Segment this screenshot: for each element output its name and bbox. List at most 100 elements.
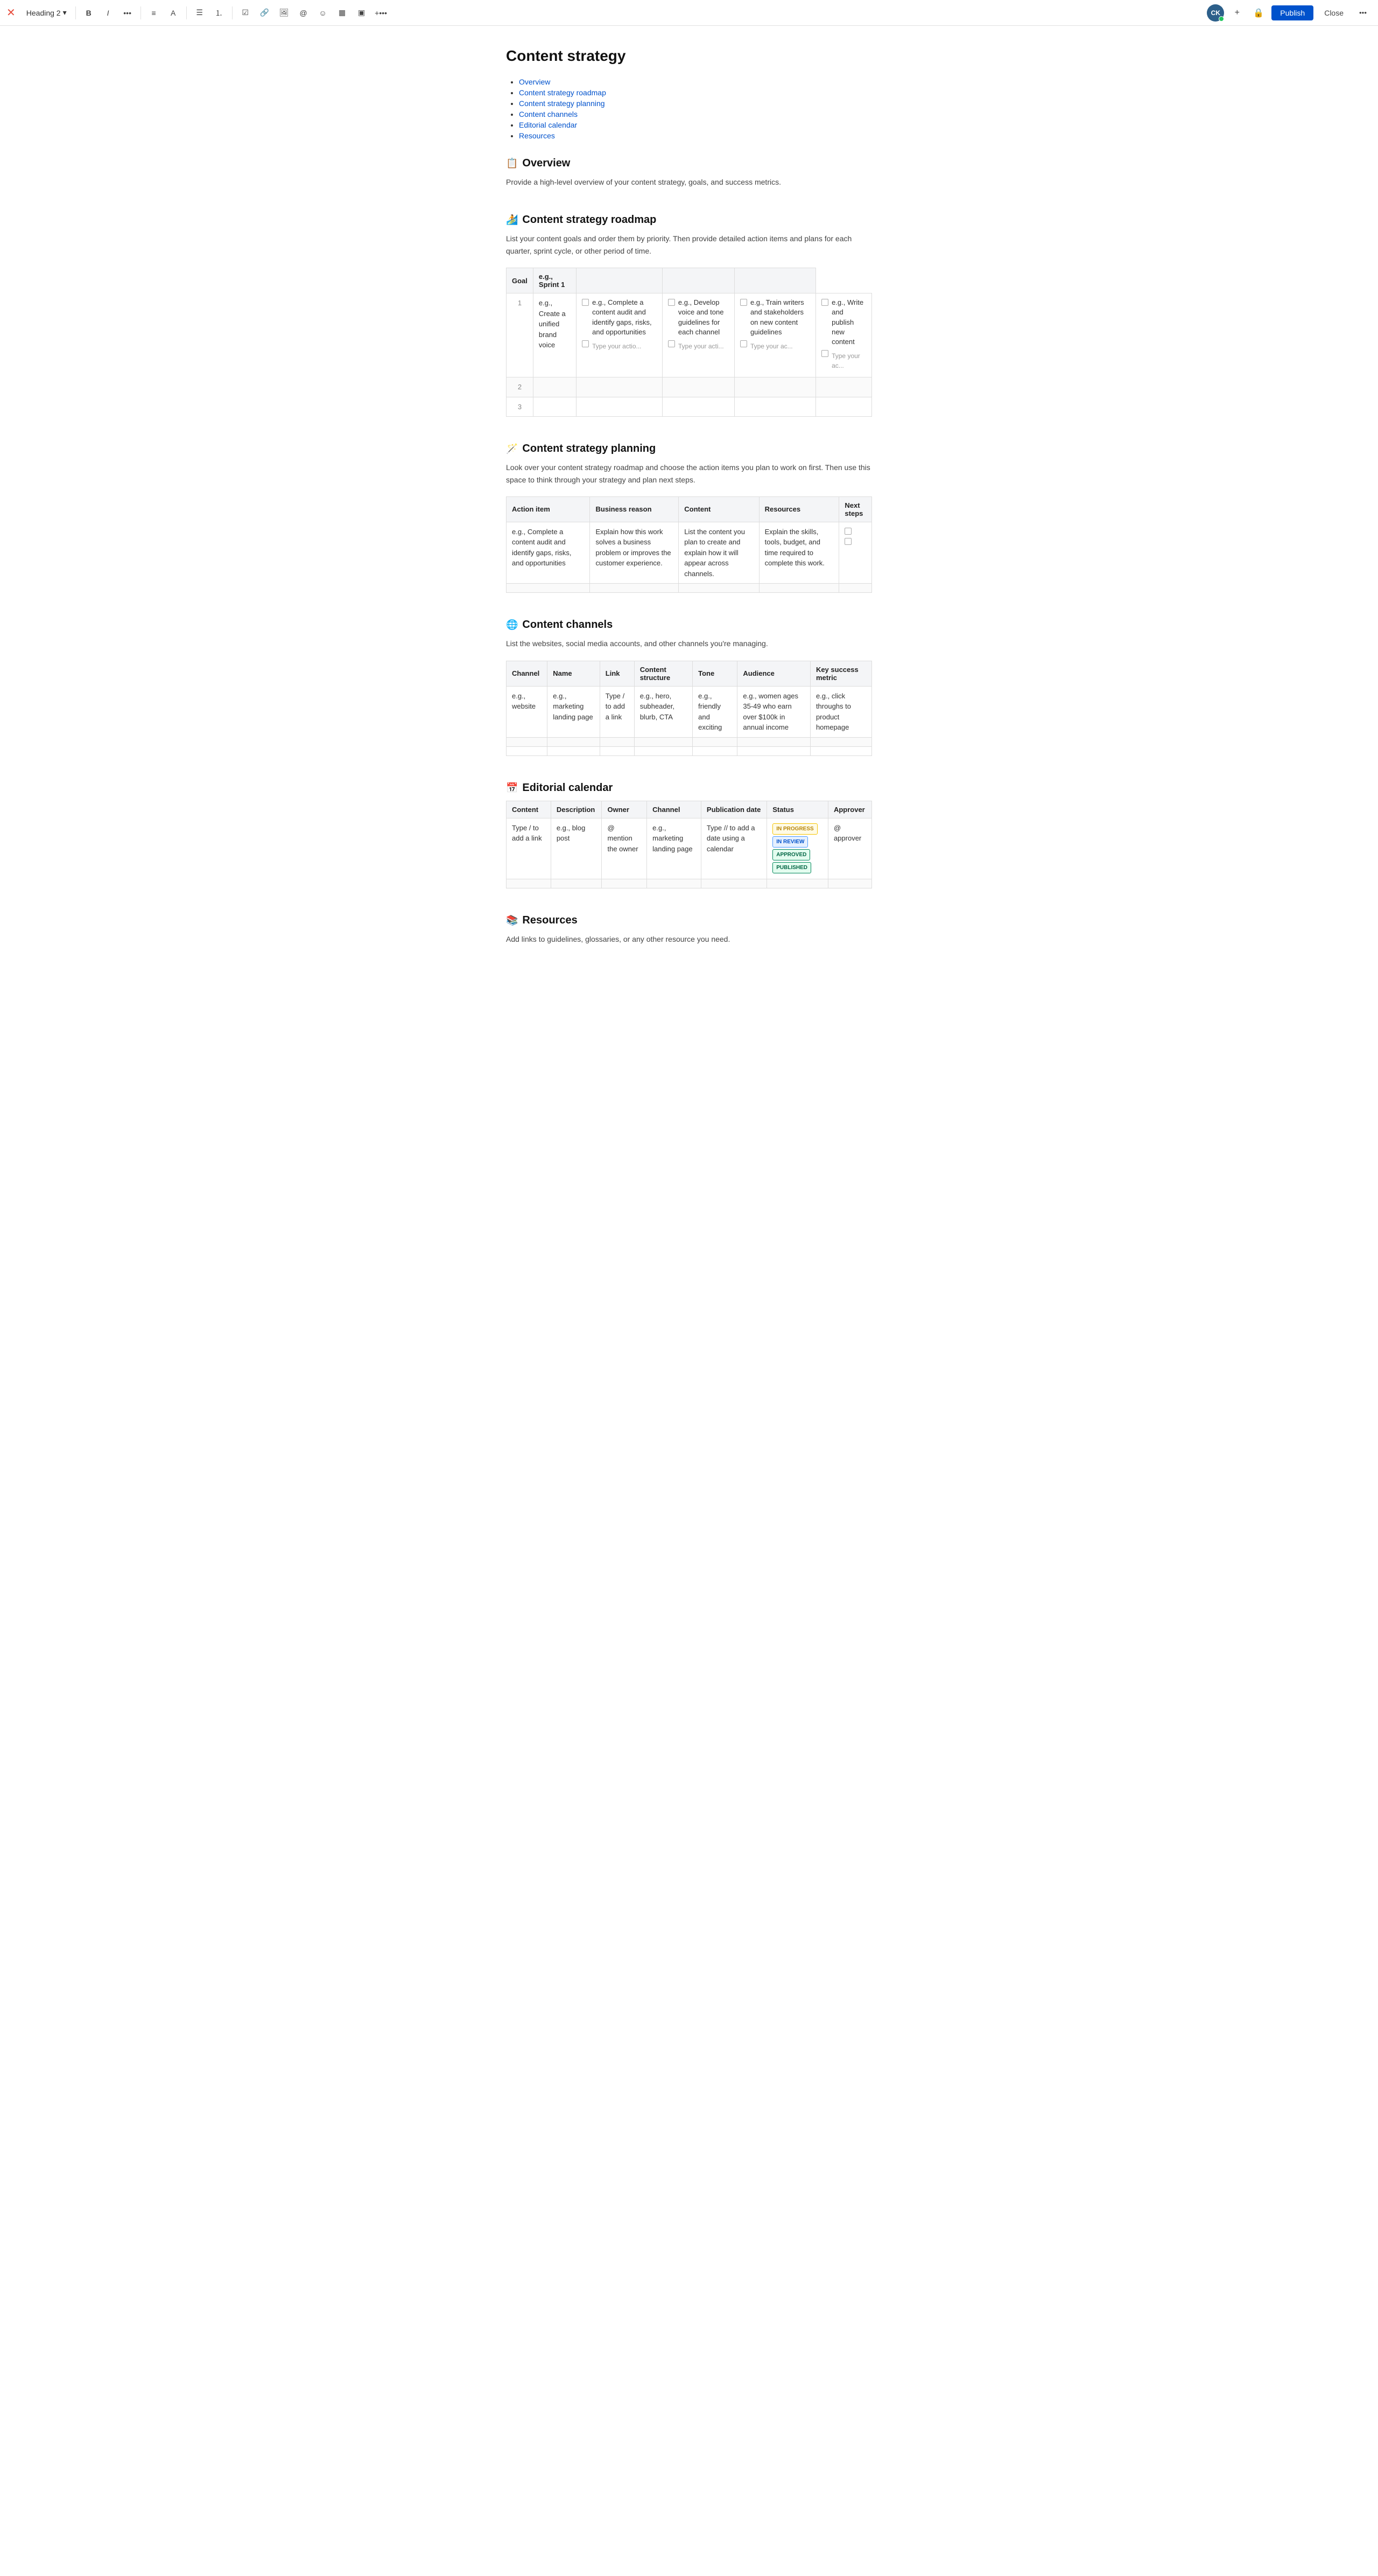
toc-link-channels[interactable]: Content channels xyxy=(519,110,578,118)
checkbox[interactable] xyxy=(740,299,747,306)
checkbox[interactable] xyxy=(845,538,852,545)
col-ch-audience: Audience xyxy=(737,661,811,686)
table-row: e.g., website e.g., marketing landing pa… xyxy=(507,686,872,737)
section-overview: 📋 Overview Provide a high-level overview… xyxy=(506,157,872,188)
cell-planning-business2 xyxy=(590,584,679,593)
toc-link-resources[interactable]: Resources xyxy=(519,131,555,140)
checkbox[interactable] xyxy=(668,340,675,347)
divider-1 xyxy=(75,6,76,19)
status-badge-published: PUBLISHED xyxy=(772,862,811,873)
cell-cal2-approver xyxy=(828,879,871,888)
overflow-menu-button[interactable]: ••• xyxy=(1354,4,1372,22)
cell-ch3-metric xyxy=(810,746,871,755)
cell-row1-sprint2: e.g., Develop voice and tone guidelines … xyxy=(662,293,734,377)
publish-button[interactable]: Publish xyxy=(1271,5,1313,20)
bold-button[interactable]: B xyxy=(80,4,97,22)
checkbox[interactable] xyxy=(582,299,589,306)
check-item: Type your acti... xyxy=(668,339,729,351)
image-button[interactable]: 🖼 xyxy=(276,4,293,22)
checkbox[interactable] xyxy=(821,299,828,306)
cell-row3-sprint4 xyxy=(816,397,872,417)
col-cal-content: Content xyxy=(507,801,551,818)
col-action: Action item xyxy=(507,496,590,522)
check-item: e.g., Write and publish new content xyxy=(821,298,866,347)
col-ch-metric: Key success metric xyxy=(810,661,871,686)
cell-planning-content1: List the content you plan to create and … xyxy=(679,522,759,584)
col-goal: Goal xyxy=(507,268,533,293)
layout-button[interactable]: ▣ xyxy=(353,4,370,22)
col-cal-desc: Description xyxy=(551,801,602,818)
cell-planning-business1: Explain how this work solves a business … xyxy=(590,522,679,584)
col-ch-link: Link xyxy=(600,661,634,686)
col-cal-channel: Channel xyxy=(647,801,701,818)
italic-button[interactable]: I xyxy=(100,4,117,22)
roadmap-description: List your content goals and order them b… xyxy=(506,233,872,257)
more-format-button[interactable]: ••• xyxy=(119,4,136,22)
list-item: Resources xyxy=(519,131,872,140)
toc-link-overview[interactable]: Overview xyxy=(519,78,550,86)
cell-ch2-name xyxy=(547,737,600,746)
col-sprint2 xyxy=(576,268,663,293)
section-heading-resources: 📚 Resources xyxy=(506,914,872,927)
checkbox[interactable] xyxy=(740,340,747,347)
lock-button[interactable]: 🔒 xyxy=(1250,4,1267,22)
content-area: Content strategy Overview Content strate… xyxy=(495,26,883,1014)
check-item: Type your ac... xyxy=(740,339,810,351)
table-row: Type / to add a link e.g., blog post @ m… xyxy=(507,818,872,879)
channels-emoji: 🌐 xyxy=(506,619,518,631)
status-badge-inprogress: IN PROGRESS xyxy=(772,823,817,835)
mention-button[interactable]: @ xyxy=(295,4,312,22)
close-button[interactable]: Close xyxy=(1318,5,1350,20)
cell-cal1-date: Type // to add a date using a calendar xyxy=(701,818,767,879)
cell-ch3-tone xyxy=(693,746,737,755)
cell-ch1-tone: e.g., friendly and exciting xyxy=(693,686,737,737)
calendar-emoji: 📅 xyxy=(506,782,518,794)
avatar[interactable]: CK xyxy=(1207,4,1224,22)
cell-planning-content2 xyxy=(679,584,759,593)
bullet-list-button[interactable]: ☰ xyxy=(191,4,208,22)
overview-description: Provide a high-level overview of your co… xyxy=(506,176,872,188)
text-color-button[interactable]: A xyxy=(165,4,182,22)
cell-row1-sprint1: e.g., Complete a content audit and ident… xyxy=(576,293,663,377)
cell-row3-sprint2 xyxy=(662,397,734,417)
cell-row3-num: 3 xyxy=(507,397,533,417)
cell-cal2-status xyxy=(767,879,828,888)
insert-more-button[interactable]: +••• xyxy=(372,4,390,22)
planning-emoji: 🪄 xyxy=(506,443,518,454)
align-button[interactable]: ≡ xyxy=(145,4,163,22)
checkbox[interactable] xyxy=(845,528,852,535)
planning-table: Action item Business reason Content Reso… xyxy=(506,496,872,593)
channels-description: List the websites, social media accounts… xyxy=(506,638,872,649)
cell-ch1-channel: e.g., website xyxy=(507,686,547,737)
ordered-list-button[interactable]: ⒈ xyxy=(210,4,228,22)
cell-ch1-audience: e.g., women ages 35-49 who earn over $10… xyxy=(737,686,811,737)
emoji-button[interactable]: ☺ xyxy=(314,4,332,22)
cell-row2-num: 2 xyxy=(507,377,533,397)
cell-ch2-link xyxy=(600,737,634,746)
task-list-button[interactable]: ☑ xyxy=(237,4,254,22)
col-sprint4 xyxy=(734,268,815,293)
checkbox[interactable] xyxy=(582,340,589,347)
cell-row3-goal xyxy=(533,397,576,417)
cell-row3-sprint1 xyxy=(576,397,663,417)
cell-ch1-link: Type / to add a link xyxy=(600,686,634,737)
table-row xyxy=(507,879,872,888)
page-title: Content strategy xyxy=(506,47,872,65)
heading-style-selector[interactable]: Heading 2 ▾ xyxy=(22,6,71,19)
section-heading-overview: 📋 Overview xyxy=(506,157,872,170)
link-button[interactable]: 🔗 xyxy=(256,4,273,22)
toc-link-roadmap[interactable]: Content strategy roadmap xyxy=(519,88,606,97)
checkbox[interactable] xyxy=(821,350,828,357)
cell-cal2-content xyxy=(507,879,551,888)
checkbox[interactable] xyxy=(668,299,675,306)
check-item: Type your ac... xyxy=(821,349,866,370)
cell-cal1-content: Type / to add a link xyxy=(507,818,551,879)
col-ch-channel: Channel xyxy=(507,661,547,686)
cell-ch2-audience xyxy=(737,737,811,746)
table-button[interactable]: ▦ xyxy=(334,4,351,22)
roadmap-emoji: 🏄 xyxy=(506,214,518,226)
toc-link-calendar[interactable]: Editorial calendar xyxy=(519,121,577,129)
cell-row2-sprint2 xyxy=(662,377,734,397)
toc-link-planning[interactable]: Content strategy planning xyxy=(519,99,605,108)
add-collaborator-button[interactable]: + xyxy=(1228,4,1246,22)
